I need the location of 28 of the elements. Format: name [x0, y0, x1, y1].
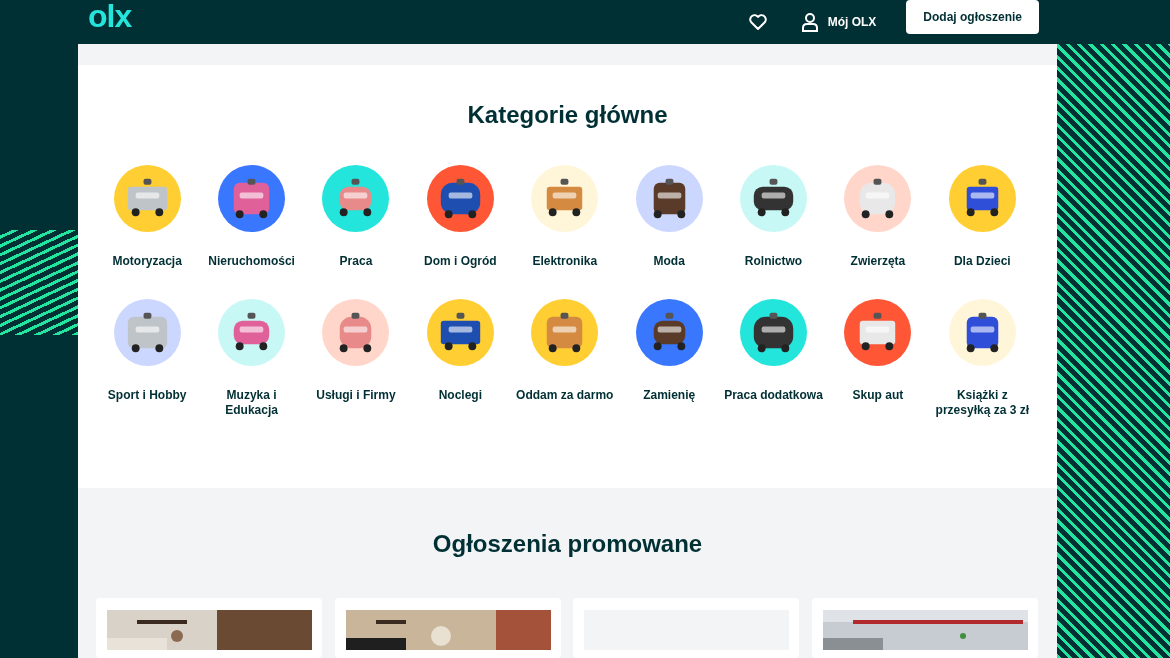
category-link[interactable]: Książki z przesyłką za 3 zł	[932, 388, 1033, 418]
user-icon	[799, 12, 820, 32]
category-link[interactable]: Nieruchomości	[201, 254, 302, 269]
category-link[interactable]: Rolnictwo	[723, 254, 824, 269]
category-link[interactable]: Muzyka i Edukacja	[201, 388, 302, 418]
listing-card[interactable]	[811, 598, 1038, 658]
heart-icon[interactable]	[747, 12, 768, 32]
section-title: Kategorie główne	[466, 101, 669, 129]
category-link[interactable]: Dom i Ogród	[410, 254, 511, 269]
account-link[interactable]: Mój OLX	[799, 12, 877, 32]
logo[interactable]: olx	[88, 0, 132, 32]
category-link[interactable]: Dla Dzieci	[932, 254, 1033, 269]
post-ad-button[interactable]: Dodaj ogłoszenie	[906, 0, 1039, 34]
category-link[interactable]: Praca dodatkowa	[723, 388, 824, 403]
category-link[interactable]: Motoryzacja	[97, 254, 198, 269]
category-link[interactable]: Usługi i Firmy	[305, 388, 406, 403]
category-link[interactable]: Zwierzęta	[827, 254, 928, 269]
category-link[interactable]: Noclegi	[410, 388, 511, 403]
listing-card[interactable]	[96, 598, 322, 658]
category-link[interactable]: Oddam za darmo	[514, 388, 615, 403]
category-link[interactable]: Praca	[305, 254, 406, 269]
section-title: Ogłoszenia promowane	[431, 530, 704, 558]
category-link[interactable]: Elektronika	[514, 254, 615, 269]
category-link[interactable]: Zamienię	[619, 388, 720, 403]
listing-card[interactable]	[334, 598, 561, 658]
category-link[interactable]: Skup aut	[827, 388, 928, 403]
category-link[interactable]: Sport i Hobby	[97, 388, 198, 403]
category-link[interactable]: Moda	[619, 254, 720, 269]
